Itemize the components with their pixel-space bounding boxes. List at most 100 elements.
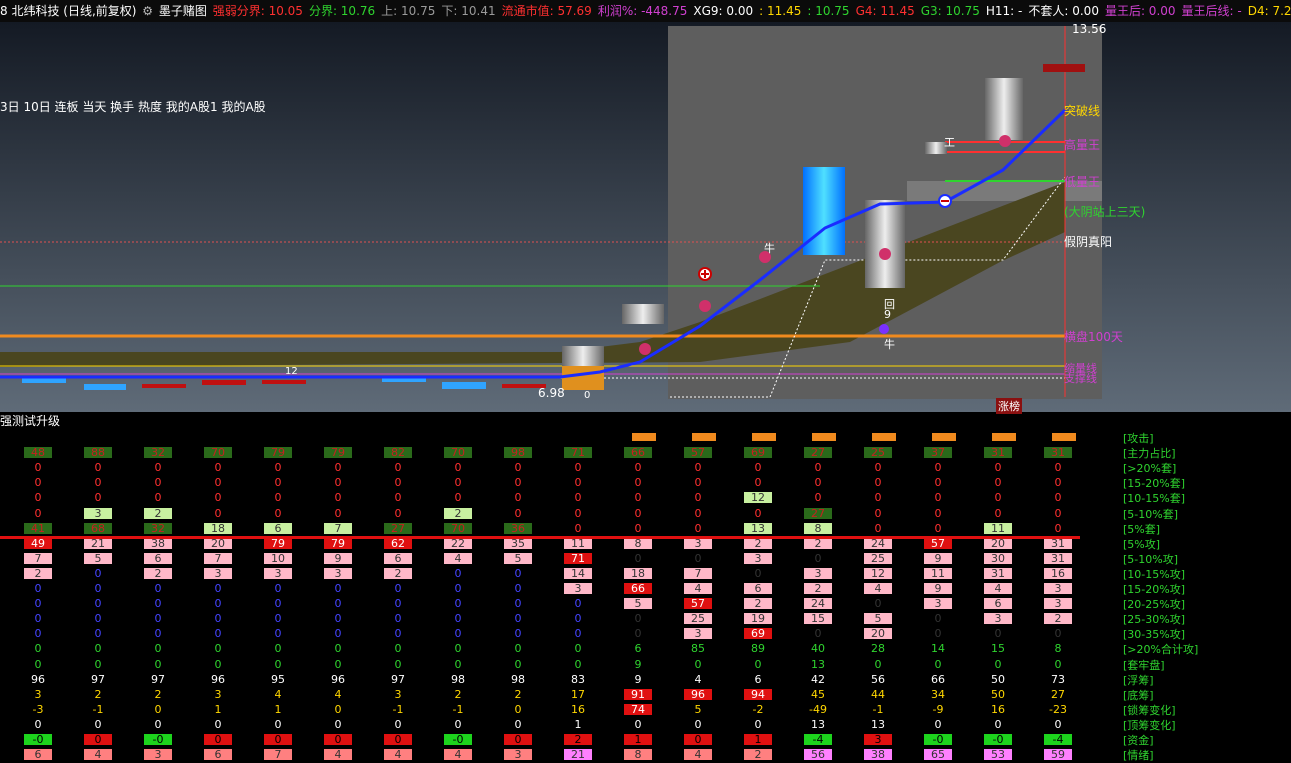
table-cell: 35	[504, 537, 532, 549]
table-cell: 85	[691, 642, 705, 656]
table-cell: 2	[24, 567, 52, 579]
table-cell: 2	[804, 537, 832, 549]
table-cell: 98	[511, 672, 525, 686]
table-cell: 0	[154, 657, 162, 671]
indicator-value: XG9: 0.00	[693, 4, 754, 18]
table-cell: 0	[694, 717, 702, 731]
row-label: [20-25%攻]	[1123, 598, 1185, 612]
table-cell: 62	[384, 537, 412, 549]
table-cell: 7	[204, 552, 232, 564]
table-cell: 0	[454, 491, 462, 505]
table-cell: 0	[454, 657, 462, 671]
table-cell: 0	[34, 627, 42, 641]
indicator-value: G4: 11.45	[855, 4, 915, 18]
table-cell: 0	[574, 612, 582, 626]
table-cell: 2	[744, 537, 772, 549]
table-cell: 0	[514, 476, 522, 490]
tab-bar[interactable]: 3日 10日 连板 当天 换手 热度 我的A股1 我的A股	[0, 98, 266, 115]
table-cell: 10	[264, 552, 292, 564]
table-cell: 0	[874, 521, 882, 535]
table-cell: 2	[384, 567, 412, 579]
stock-title[interactable]: 8 北纬科技 (日线,前复权)	[0, 4, 136, 18]
indicator-value: 量王后: 0.00	[1104, 4, 1176, 18]
table-cell: 0	[274, 642, 282, 656]
table-cell: 53	[984, 749, 1012, 761]
table-cell: 79	[264, 537, 292, 549]
table-cell: 0	[694, 461, 702, 475]
indicator-name[interactable]: 墨子赌图	[159, 4, 207, 18]
table-cell: 0	[634, 521, 642, 535]
row-label: [资金]	[1123, 734, 1154, 747]
table-cell: 0	[394, 476, 402, 490]
indicator-value: 不套人: 0.00	[1028, 4, 1099, 18]
table-cell: 2	[564, 734, 592, 745]
table-cell: 96	[31, 672, 45, 686]
table-cell: 27	[804, 447, 832, 459]
table-cell: 0	[514, 566, 522, 580]
table-cell: 0	[874, 491, 882, 505]
table-cell: 44	[871, 687, 885, 701]
table-cell: 96	[331, 672, 345, 686]
table-cell: 8	[804, 522, 832, 534]
table-cell: 20	[984, 537, 1012, 549]
table-cell: 3	[864, 734, 892, 745]
table-cell: 40	[811, 642, 825, 656]
table-cell: 14	[564, 567, 592, 579]
table-cell: 0	[994, 491, 1002, 505]
table-cell: 4	[984, 583, 1012, 594]
table-cell: 0	[394, 642, 402, 656]
table-cell: 0	[514, 612, 522, 626]
table-cell: 14	[931, 642, 945, 656]
table-cell: 0	[394, 597, 402, 611]
table-cell: 15	[804, 613, 832, 625]
table-cell: 2	[144, 507, 172, 519]
table-cell: 24	[864, 537, 892, 549]
attack-marker	[692, 433, 716, 441]
table-cell: 96	[211, 672, 225, 686]
table-cell: 0	[394, 506, 402, 520]
table-cell: 5	[864, 613, 892, 625]
label-zt[interactable]: 涨榜	[996, 398, 1022, 414]
table-cell: 0	[514, 461, 522, 475]
table-cell: 0	[334, 642, 342, 656]
table-cell: 0	[684, 734, 712, 745]
table-cell: 0	[154, 627, 162, 641]
table-cell: -2	[752, 702, 764, 716]
table-cell: 0	[1054, 476, 1062, 490]
table-cell: 0	[334, 627, 342, 641]
table-cell: 0	[934, 657, 942, 671]
table-cell: 74	[624, 703, 652, 715]
attack-marker	[992, 433, 1016, 441]
table-cell: 0	[154, 717, 162, 731]
table-cell: 0	[634, 551, 642, 565]
row-label: [攻击]	[1123, 432, 1154, 445]
table-cell: -49	[809, 702, 827, 716]
gear-icon[interactable]: ⚙	[142, 0, 153, 22]
row-label: [浮筹]	[1123, 673, 1154, 687]
price-chart[interactable]: 13.56 6.98 0 12 突破线 高量王 低量王 (大阴站上三天) 假阴真…	[0, 22, 1291, 414]
table-cell: 0	[934, 491, 942, 505]
table-cell: 0	[34, 582, 42, 595]
table-cell: 56	[871, 672, 885, 686]
table-cell: 13	[811, 717, 825, 731]
table-cell: 9	[634, 657, 642, 671]
table-cell: 0	[574, 521, 582, 535]
table-cell: 0	[874, 597, 882, 611]
table-cell: 0	[154, 476, 162, 490]
table-cell: 22	[444, 537, 472, 549]
table-cell: 20	[864, 628, 892, 640]
row-label: [10-15%攻]	[1123, 567, 1185, 581]
indicator-value: G3: 10.75	[920, 4, 980, 18]
divider-line	[0, 535, 1080, 539]
table-cell: 70	[444, 522, 472, 534]
table-cell: -1	[92, 702, 104, 716]
table-cell: 0	[214, 642, 222, 656]
table-cell: 0	[574, 642, 582, 656]
table-cell: 56	[804, 749, 832, 761]
table-cell: 2	[804, 583, 832, 594]
table-cell: 0	[94, 717, 102, 731]
row-label: [5%攻]	[1123, 537, 1161, 551]
table-cell: 0	[274, 506, 282, 520]
label-low-vol: 低量王	[1064, 175, 1101, 189]
table-cell: 97	[91, 672, 105, 686]
